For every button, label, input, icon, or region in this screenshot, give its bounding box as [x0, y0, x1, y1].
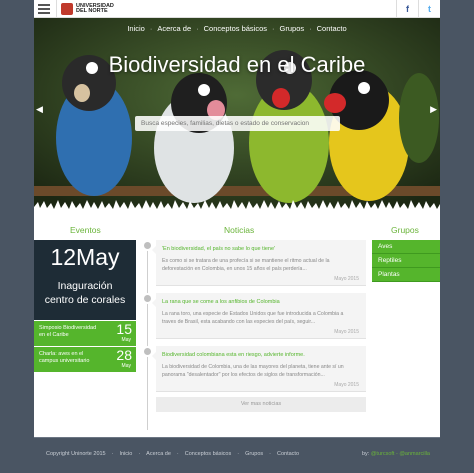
footer-sep: · [269, 451, 271, 457]
footer-link-inicio[interactable]: Inicio [119, 451, 132, 457]
featured-event-name-line1: Inaguración [57, 280, 113, 292]
footer-sep: · [176, 451, 179, 457]
footer-divider [34, 437, 440, 438]
event-item-day: 15 [116, 321, 132, 337]
footer-sep: · [111, 451, 114, 457]
event-item-month: May [121, 337, 131, 343]
news-item-title[interactable]: 'En biodiversidad, el país no sabe lo qu… [162, 246, 275, 252]
news-item[interactable]: La rana que se come a los anfibios de Co… [152, 293, 366, 339]
parrots-photo [34, 18, 440, 211]
main-content: Eventos Noticias Grupos 12May Inaguració… [34, 211, 440, 437]
search-input[interactable] [135, 116, 340, 131]
nav-grupos[interactable]: Grupos [275, 24, 310, 33]
event-item[interactable]: Charla: aves en el campus universitario … [34, 347, 136, 372]
events-title: Eventos [70, 225, 101, 235]
news-item-body: La biodiversidad de Colombia, una de las… [162, 364, 344, 378]
main-nav: Inicio · Acerca de · Conceptos básicos · Gr… [34, 24, 440, 33]
event-item-title: Simposio Biodiversidad en el Caribe [39, 325, 97, 338]
footer-link-acerca[interactable]: Acerca de [146, 451, 171, 457]
menu-icon[interactable] [38, 4, 50, 14]
footer-sep: · [138, 451, 141, 457]
footer-link-conceptos[interactable]: Conceptos básicos [185, 451, 231, 457]
footer-link-contacto[interactable]: Contacto [277, 451, 299, 457]
twitter-icon[interactable]: t [418, 0, 440, 18]
news-item[interactable]: Biodiversidad colombiana esta en riesgo,… [152, 346, 366, 392]
nav-contacto[interactable]: Contacto [312, 24, 352, 33]
footer-copyright: Copyright Uninorte 2015 [46, 451, 106, 457]
event-item[interactable]: Simposio Biodiversidad en el Caribe 15 M… [34, 321, 136, 346]
group-item-aves[interactable]: Aves [372, 240, 440, 254]
university-logo[interactable]: UNIVERSIDAD DEL NORTE [61, 3, 114, 15]
group-item-plantas[interactable]: Plantas [372, 268, 440, 282]
groups-list: Aves Reptiles Plantas [372, 240, 440, 282]
footer-credits: by: @turcsoft - @anmarcilla [362, 451, 430, 457]
footer-by-label: by: [361, 451, 370, 457]
nav-conceptos[interactable]: Conceptos básicos [199, 24, 272, 33]
more-news-button[interactable]: Ver mas noticias [156, 397, 366, 412]
news-title: Noticias [224, 225, 255, 235]
news-item-title[interactable]: Biodiversidad colombiana esta en riesgo,… [162, 352, 305, 358]
hero-banner: Inicio · Acerca de · Conceptos básicos · Gr… [34, 18, 440, 211]
nav-inicio[interactable]: Inicio [122, 24, 150, 33]
event-item-month: May [121, 363, 131, 369]
logo-text: UNIVERSIDAD DEL NORTE [76, 3, 114, 15]
footer-links: Copyright Uninorte 2015 · Inicio · Acerca … [46, 451, 305, 457]
news-timeline [147, 240, 148, 430]
event-item-title: Charla: aves en el campus universitario [39, 351, 90, 364]
footer-sep: · [237, 451, 240, 457]
news-item-body: La rana toro, una especie de Estados Uni… [162, 311, 344, 325]
next-slide-icon[interactable]: ▶ [430, 104, 437, 115]
news-item-body: Es como si se tratara de una profecía si… [162, 258, 330, 272]
nav-acerca[interactable]: Acerca de [152, 24, 196, 33]
grass-divider [34, 200, 440, 211]
logo-mark-icon [61, 3, 73, 15]
news-item-date: Mayo 2015 [334, 329, 359, 335]
featured-event-name: Inaguración centro de corales [34, 279, 136, 307]
footer-link-grupos[interactable]: Grupos [245, 451, 263, 457]
event-item-day: 28 [116, 347, 132, 363]
featured-event-date: 12May [50, 244, 120, 270]
news-item-date: Mayo 2015 [334, 382, 359, 388]
featured-event-card[interactable]: 12May Inaguración centro de corales [34, 240, 136, 320]
logo-line2: DEL NORTE [76, 8, 108, 14]
footer: Copyright Uninorte 2015 · Inicio · Acerca … [34, 437, 440, 473]
news-item-title[interactable]: La rana que se come a los anfibios de Co… [162, 299, 280, 305]
footer-authors-link[interactable]: @turcsoft - @anmarcilla [371, 451, 430, 457]
featured-event-name-line2: centro de corales [44, 294, 126, 306]
group-item-reptiles[interactable]: Reptiles [372, 254, 440, 268]
divider [56, 0, 57, 18]
news-item[interactable]: 'En biodiversidad, el país no sabe lo qu… [152, 240, 366, 286]
facebook-icon[interactable]: f [396, 0, 418, 18]
top-bar: UNIVERSIDAD DEL NORTE f t [34, 0, 440, 18]
prev-slide-icon[interactable]: ◀ [36, 104, 43, 115]
news-item-date: Mayo 2015 [334, 276, 359, 282]
groups-title: Grupos [391, 225, 419, 235]
hero-title: Biodiversidad en el Caribe [108, 52, 366, 77]
